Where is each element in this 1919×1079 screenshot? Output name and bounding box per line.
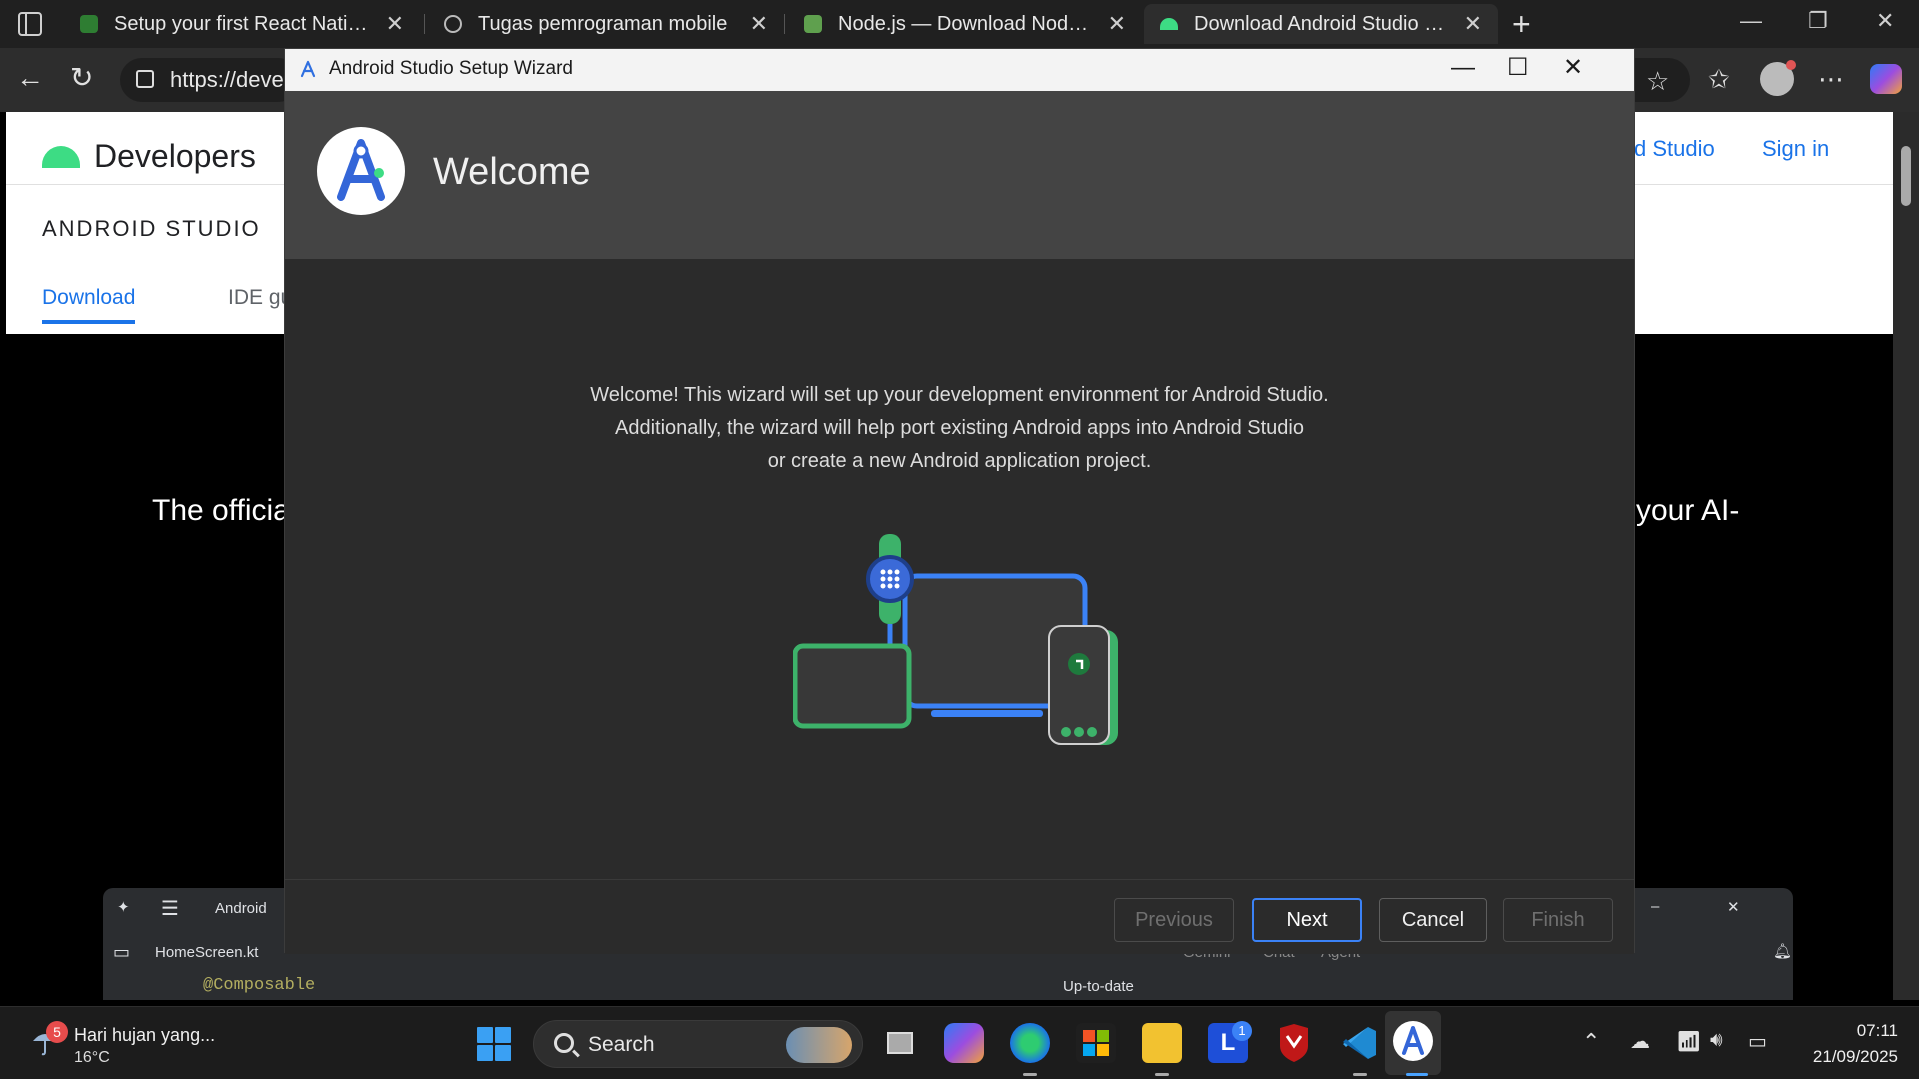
hero-text-right: your AI-	[1636, 494, 1740, 527]
wizard-close-icon[interactable]: ✕	[1563, 53, 1583, 83]
finish-button[interactable]: Finish	[1503, 898, 1613, 942]
profile-avatar[interactable]	[1760, 60, 1796, 96]
chatgpt-favicon-icon	[444, 15, 462, 33]
onedrive-icon[interactable]: ☁	[1630, 1029, 1650, 1054]
microsoft-store-icon[interactable]	[1076, 1023, 1116, 1063]
browser-tab-bar: Setup your first React Native App ✕ Tuga…	[0, 0, 1919, 48]
react-native-favicon-icon	[80, 15, 98, 33]
android-studio-link[interactable]: d Studio	[1634, 136, 1715, 162]
lock-icon	[136, 70, 154, 88]
tab-download[interactable]: Download	[42, 286, 136, 324]
weather-badge: 5	[46, 1021, 68, 1043]
taskbar: 5 Hari hujan yang... 16°C Search L 1 ⌃ ☁…	[0, 1006, 1919, 1079]
more-menu-icon[interactable]: ⋯	[1818, 64, 1844, 94]
page-scrollbar[interactable]	[1893, 112, 1919, 1000]
tab-nodejs[interactable]: Node.js — Download Node.js® ✕	[788, 4, 1142, 44]
restore-icon[interactable]: ❐	[1808, 8, 1828, 34]
sign-in-link[interactable]: Sign in	[1762, 136, 1829, 162]
close-tab-icon[interactable]: ✕	[1464, 11, 1482, 37]
devices-illustration-icon	[793, 534, 1118, 745]
tab-ide-guides[interactable]: IDE gu	[228, 286, 292, 310]
wizard-maximize-icon[interactable]: ☐	[1507, 53, 1529, 83]
app-notification-badge: 1	[1232, 1021, 1252, 1041]
close-window-icon[interactable]: ✕	[1876, 8, 1894, 34]
favorite-star-icon[interactable]: ☆	[1646, 66, 1669, 96]
ide-minimize-icon: –	[1651, 898, 1660, 915]
scroll-thumb[interactable]	[1901, 146, 1911, 206]
tab-android-studio[interactable]: Download Android Studio & App ✕	[1144, 4, 1498, 44]
wizard-minimize-icon[interactable]: —	[1451, 53, 1475, 83]
wizard-header: Welcome	[285, 91, 1634, 259]
android-studio-taskbar-icon	[1393, 1021, 1433, 1061]
wizard-description: Welcome! This wizard will set up your de…	[590, 384, 1329, 472]
taskbar-search[interactable]: Search	[533, 1020, 863, 1068]
ide-folder-icon: ▭	[113, 942, 131, 962]
copilot-icon[interactable]	[1870, 64, 1902, 94]
ide-close-icon: ✕	[1727, 899, 1740, 916]
mcafee-icon[interactable]	[1274, 1023, 1314, 1063]
volume-icon[interactable]: 🔊︎	[1710, 1029, 1723, 1052]
section-title: ANDROID STUDIO	[42, 216, 261, 241]
ide-bell-icon: 🔔︎	[1773, 943, 1793, 960]
android-studio-icon	[300, 60, 316, 78]
ide-status: Up-to-date	[1063, 978, 1134, 995]
next-button[interactable]: Next	[1252, 898, 1362, 942]
file-explorer-icon[interactable]	[1142, 1023, 1182, 1063]
close-tab-icon[interactable]: ✕	[386, 11, 404, 37]
hero-text-left: The officia	[152, 494, 290, 527]
wizard-window-title: Android Studio Setup Wizard	[329, 58, 573, 79]
new-tab-icon[interactable]: +	[1512, 6, 1531, 42]
weather-temperature: 16°C	[74, 1049, 110, 1066]
close-tab-icon[interactable]: ✕	[750, 11, 768, 37]
ide-project-name: Android	[215, 900, 267, 917]
search-highlight-icon	[786, 1027, 852, 1063]
minimize-icon[interactable]: —	[1740, 8, 1762, 34]
ide-file-tab: HomeScreen.kt	[155, 944, 259, 961]
android-logo-icon	[42, 145, 80, 168]
wizard-body: Welcome! This wizard will set up your de…	[285, 259, 1634, 879]
refresh-icon[interactable]: ↻	[70, 62, 93, 94]
android-favicon-icon	[1160, 18, 1178, 30]
ide-logo-icon: ✦	[117, 899, 130, 916]
android-studio-logo-icon	[317, 127, 405, 215]
wifi-icon[interactable]: 📶︎	[1676, 1029, 1701, 1054]
previous-button[interactable]: Previous	[1114, 898, 1234, 942]
wizard-footer: Previous Next Cancel Finish	[285, 879, 1634, 954]
clock-time[interactable]: 07:11	[1838, 1021, 1898, 1041]
developers-logo[interactable]: Developers	[42, 138, 256, 175]
edge-icon[interactable]	[1010, 1023, 1050, 1063]
tab-tugas-mobile[interactable]: Tugas pemrograman mobile ✕	[428, 4, 784, 44]
close-tab-icon[interactable]: ✕	[1108, 11, 1126, 37]
favorites-icon[interactable]: ✩	[1708, 64, 1730, 94]
nodejs-favicon-icon	[804, 15, 822, 33]
clock-date[interactable]: 21/09/2025	[1790, 1047, 1898, 1067]
wizard-heading: Welcome	[433, 151, 591, 193]
battery-icon[interactable]: ▭	[1748, 1029, 1767, 1054]
weather-title: Hari hujan yang...	[74, 1025, 216, 1045]
vscode-icon[interactable]	[1340, 1023, 1380, 1063]
wizard-titlebar[interactable]: Android Studio Setup Wizard — ☐ ✕	[285, 49, 1634, 91]
setup-wizard-window: Android Studio Setup Wizard — ☐ ✕ Welcom…	[284, 48, 1635, 954]
task-view-icon[interactable]	[880, 1023, 920, 1063]
ide-menu-icon: ☰	[161, 898, 179, 920]
copilot-app-icon[interactable]	[944, 1023, 984, 1063]
android-studio-taskbar-item[interactable]	[1385, 1011, 1441, 1075]
start-button[interactable]	[477, 1027, 511, 1061]
tab-react-native[interactable]: Setup your first React Native App ✕	[64, 4, 420, 44]
back-icon[interactable]: ←	[16, 62, 44, 94]
search-icon	[554, 1033, 574, 1053]
show-hidden-icons-icon[interactable]: ⌃	[1582, 1029, 1600, 1055]
sidebar-toggle-icon[interactable]	[18, 12, 42, 36]
ide-code-line: @Composable	[203, 976, 316, 995]
cancel-button[interactable]: Cancel	[1379, 898, 1487, 942]
address-bar[interactable]: https://deve	[120, 58, 300, 102]
